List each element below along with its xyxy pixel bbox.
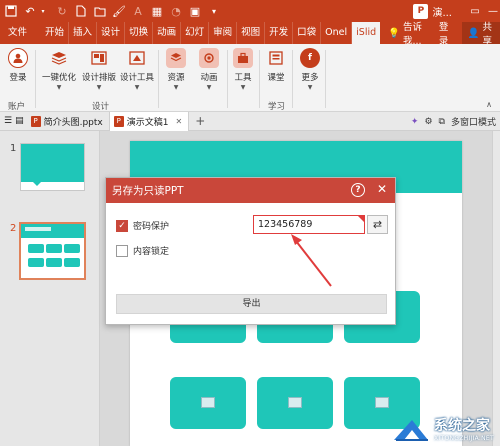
watermark-cn: 系统之家 [434,417,490,434]
watermark-text: 系统之家 XITONGZHIJIA.NET [434,415,494,442]
watermark-logo-icon [394,420,428,441]
watermark-en: XITONGZHIJIA.NET [434,434,494,442]
watermark: 系统之家 XITONGZHIJIA.NET [392,414,494,442]
annotation-arrow [291,234,332,287]
